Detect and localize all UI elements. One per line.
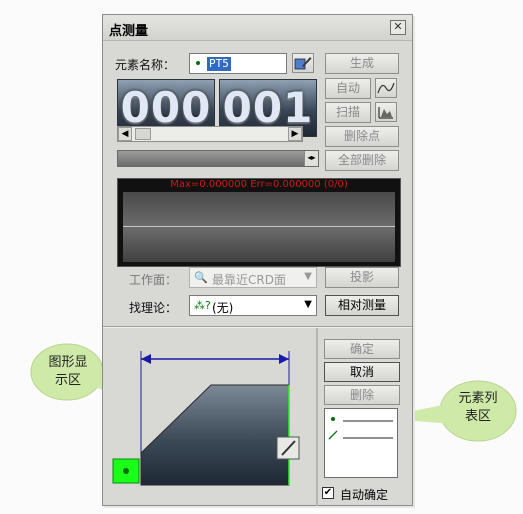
element-name-label: 元素名称： xyxy=(115,58,176,72)
chevron-down-icon[interactable]: ▼ xyxy=(304,271,312,282)
theory-search-icon: ⁂? xyxy=(194,299,211,312)
dialog-title: 点测量 xyxy=(109,24,149,39)
delete-point-button[interactable]: 删除点 xyxy=(325,126,399,147)
error-plot: Max=0.000000 Err=0.000000 (0/0) xyxy=(117,178,401,267)
delete-button[interactable]: 删除 xyxy=(324,385,400,405)
theory-select[interactable]: ⁂? (无) ▼ xyxy=(189,295,317,316)
workplane-label: 工作面： xyxy=(129,273,178,287)
checkmark-icon[interactable]: ✔ xyxy=(322,487,334,499)
theory-value: (无) xyxy=(212,301,234,315)
list-item[interactable] xyxy=(331,417,393,422)
point-scrollbar[interactable]: ◀ ▶ xyxy=(117,126,303,142)
scan-button[interactable]: 扫描 xyxy=(325,102,371,123)
edit-name-icon[interactable] xyxy=(292,53,314,73)
slider-handle-icon[interactable]: ◂▸ xyxy=(304,151,318,166)
point-measure-dialog: 点测量 ✕ 元素名称： PT5 生成 000 001 自动 扫描 ◀ ▶ 删除点… xyxy=(102,14,413,506)
chevron-down-icon[interactable]: ▼ xyxy=(304,299,312,310)
divider-vertical xyxy=(316,328,318,506)
divider xyxy=(103,326,412,328)
scroll-thumb[interactable] xyxy=(135,128,151,140)
close-icon[interactable]: ✕ xyxy=(390,20,406,35)
screen: 图形显 示区 元素列 表区 点测量 ✕ 元素名称： PT5 生成 000 001… xyxy=(0,0,523,514)
part-model xyxy=(140,384,290,486)
scan-profile-icon[interactable] xyxy=(375,102,397,122)
workplane-select[interactable]: 🔍 最靠近CRD面 ▼ xyxy=(189,267,317,288)
element-name-value: PT5 xyxy=(207,57,231,71)
selected-point-icon[interactable] xyxy=(112,458,140,484)
auto-button[interactable]: 自动 xyxy=(325,78,371,99)
generate-button[interactable]: 生成 xyxy=(325,53,399,74)
workplane-value: 最靠近CRD面 xyxy=(212,273,286,287)
theory-label: 找理论： xyxy=(129,301,178,315)
plot-zero-line xyxy=(123,226,395,227)
plot-status-text: Max=0.000000 Err=0.000000 (0/0) xyxy=(170,179,348,190)
project-button[interactable]: 投影 xyxy=(325,267,399,288)
scroll-right-icon[interactable]: ▶ xyxy=(288,127,302,141)
title-bar[interactable]: 点测量 ✕ xyxy=(103,15,412,41)
element-list[interactable] xyxy=(324,408,398,478)
cancel-button[interactable]: 取消 xyxy=(324,362,400,382)
delete-all-button[interactable]: 全部删除 xyxy=(325,150,399,171)
relative-measure-button[interactable]: 相对测量 xyxy=(325,295,399,316)
callout-graphics-area-label: 图形显 示区 xyxy=(48,355,88,388)
graphics-display-area[interactable] xyxy=(109,335,309,487)
callout-element-list-label: 元素列 表区 xyxy=(458,391,498,424)
magnifier-icon: 🔍 xyxy=(194,271,208,284)
element-name-field[interactable]: PT5 xyxy=(189,53,287,74)
auto-confirm-label: 自动确定 xyxy=(340,488,389,502)
point-type-icon xyxy=(196,61,200,65)
scroll-left-icon[interactable]: ◀ xyxy=(118,127,132,141)
auto-curve-icon[interactable] xyxy=(375,78,397,98)
progress-slider[interactable]: ◂▸ xyxy=(117,150,319,167)
ok-button[interactable]: 确定 xyxy=(324,339,400,359)
list-item[interactable] xyxy=(328,430,393,440)
plot-area xyxy=(123,192,395,262)
edge-line-icon[interactable] xyxy=(276,436,300,460)
